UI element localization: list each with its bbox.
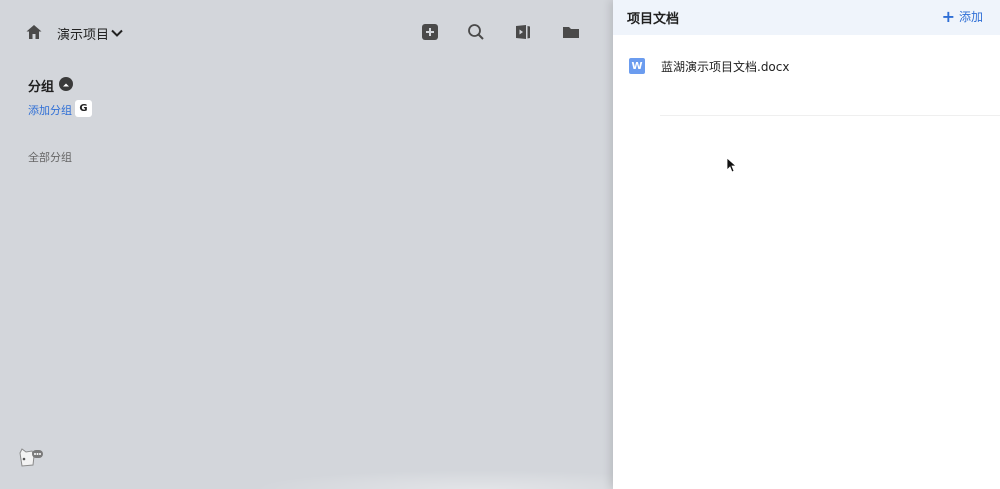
panel-title: 项目文档 (627, 12, 680, 27)
collapse-toggle-icon[interactable] (59, 77, 73, 91)
add-document-label: 添加 (958, 10, 983, 24)
add-group-link[interactable]: 添加分组 (28, 102, 72, 118)
media-icon[interactable] (513, 22, 533, 42)
all-groups-item[interactable]: 全部分组 (28, 149, 72, 165)
list-divider (660, 115, 1000, 116)
mouse-cursor-icon (726, 157, 738, 173)
shortcut-key-badge: G (75, 100, 92, 117)
project-docs-panel: 项目文档 + 添加 W 蓝湖演示项目文档.docx (613, 0, 1000, 489)
group-section-title: 分组 (28, 80, 55, 95)
chevron-down-icon[interactable] (110, 25, 124, 39)
top-bar: 演示项目 (0, 0, 613, 64)
search-icon[interactable] (466, 22, 486, 42)
plus-icon: + (941, 6, 955, 26)
panel-header: 项目文档 + 添加 (613, 0, 1000, 35)
document-name: 蓝湖演示项目文档.docx (661, 60, 790, 74)
assistant-bot-icon[interactable] (18, 447, 44, 469)
add-document-button[interactable]: + 添加 (942, 8, 983, 25)
add-square-icon[interactable] (420, 22, 440, 42)
workspace-area: 演示项目 分组 添加分组 G 全部分组 (0, 0, 710, 489)
home-icon[interactable] (25, 23, 43, 41)
folder-icon[interactable] (561, 22, 581, 42)
document-list-item[interactable]: W 蓝湖演示项目文档.docx (613, 48, 1000, 84)
word-file-icon: W (629, 58, 645, 74)
project-name[interactable]: 演示项目 (57, 24, 109, 43)
